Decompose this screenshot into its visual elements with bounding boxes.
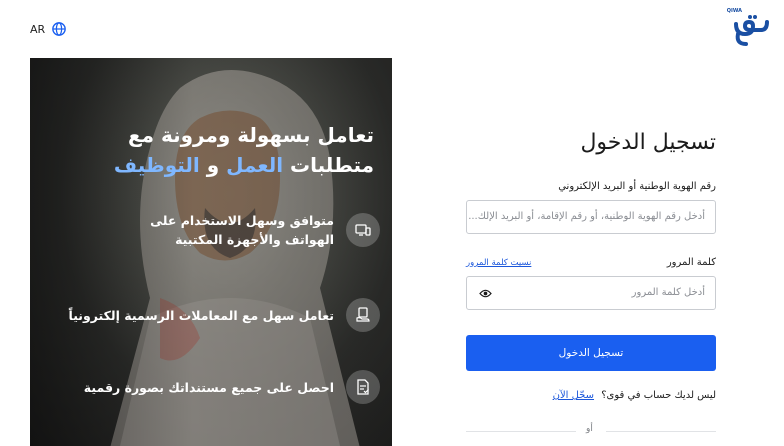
id-field-label: رقم الهوية الوطنية أو البريد الإلكتروني xyxy=(558,181,716,192)
feature-item: متوافق وسهل الاستخدام على الهواتف والأجه… xyxy=(104,211,380,249)
qiwa-logo[interactable] xyxy=(730,10,772,48)
digital-document-icon xyxy=(346,370,380,404)
globe-icon xyxy=(52,22,66,36)
feature-item: تعامل سهل مع المعاملات الرسمية إلكترونيا… xyxy=(44,298,380,332)
divider-line xyxy=(466,431,576,432)
forgot-password-link[interactable]: نسيت كلمة المرور xyxy=(466,258,531,268)
eye-icon[interactable] xyxy=(479,288,492,299)
language-switcher[interactable]: AR xyxy=(30,22,66,36)
id-email-placeholder: أدخل رقم الهوية الوطنية، أو رقم الإقامة،… xyxy=(468,211,705,222)
hero-title: تعامل بسهولة ومرونة مع متطلبات العمل و ا… xyxy=(44,120,374,180)
hand-document-icon xyxy=(346,298,380,332)
id-email-field[interactable]: أدخل رقم الهوية الوطنية، أو رقم الإقامة،… xyxy=(466,200,716,234)
feature-text: متوافق وسهل الاستخدام على الهواتف والأجه… xyxy=(150,213,334,247)
password-field[interactable]: أدخل كلمة المرور xyxy=(466,276,716,310)
login-form: تسجيل الدخول رقم الهوية الوطنية أو البري… xyxy=(466,58,716,446)
login-button[interactable]: تسجيل الدخول xyxy=(466,335,716,371)
signup-row: ليس لديك حساب في قوى؟ سجّل الآن xyxy=(553,390,716,401)
devices-icon xyxy=(346,213,380,247)
divider-line xyxy=(606,431,716,432)
feature-text: احصل على جميع مستنداتك بصورة رقمية xyxy=(83,379,334,395)
feature-text: تعامل سهل مع المعاملات الرسمية إلكترونيا… xyxy=(68,307,334,323)
no-account-text: ليس لديك حساب في قوى؟ xyxy=(601,390,716,401)
feature-item: احصل على جميع مستنداتك بصورة رقمية xyxy=(74,370,380,404)
page-title: تسجيل الدخول xyxy=(580,130,716,155)
hero-title-highlight-employment: التوظيف xyxy=(113,153,200,177)
top-bar: AR QIWA xyxy=(0,0,784,58)
or-text: أو xyxy=(586,424,593,434)
hero-title-connector: و xyxy=(206,153,220,177)
language-code: AR xyxy=(30,22,46,36)
hero-panel: تعامل بسهولة ومرونة مع متطلبات العمل و ا… xyxy=(30,58,392,446)
password-label: كلمة المرور xyxy=(666,257,716,268)
register-link[interactable]: سجّل الآن xyxy=(553,390,594,401)
password-placeholder: أدخل كلمة المرور xyxy=(631,287,705,298)
hero-title-highlight-work: العمل xyxy=(226,153,284,177)
or-divider: أو xyxy=(466,424,716,438)
